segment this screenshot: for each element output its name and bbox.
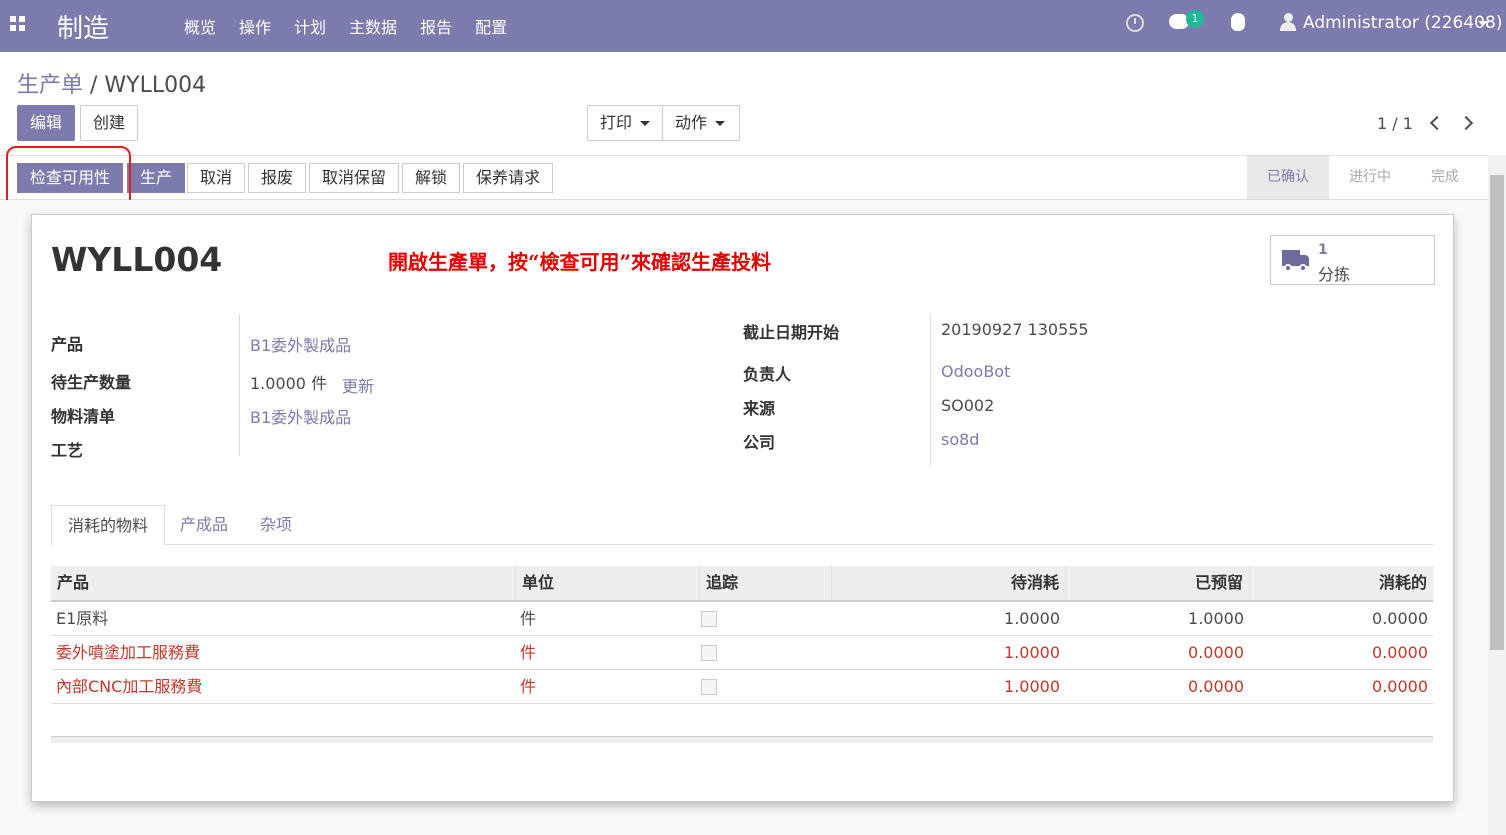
responsible-value[interactable]: OdooBot [941, 362, 1010, 381]
cancel-button[interactable]: 取消 [187, 163, 246, 193]
breadcrumb-separator: / [83, 73, 105, 98]
pager-previous-icon[interactable] [1429, 115, 1445, 131]
edit-button[interactable]: 编辑 [17, 105, 76, 141]
menu-item-configuration[interactable]: 配置 [475, 14, 507, 38]
picking-count: 1 [1318, 242, 1328, 258]
breadcrumb-current: WYLL004 [104, 73, 207, 98]
tab-miscellaneous[interactable]: 杂项 [244, 505, 308, 545]
scrap-button[interactable]: 报废 [248, 163, 307, 193]
truck-icon [1282, 250, 1310, 272]
col-product[interactable]: 产品 [51, 566, 515, 600]
picking-label: 分拣 [1318, 265, 1351, 284]
raw-materials-table: 产品 单位 追踪 待消耗 已预留 消耗的 E1原料 件 1.0000 1.000… [51, 566, 1433, 704]
menu-item-planning[interactable]: 计划 [294, 14, 326, 38]
cell-uom: 件 [520, 609, 537, 628]
cell-consumed: 0.0000 [1372, 609, 1428, 628]
pager-value[interactable]: 1 / 1 [1377, 114, 1413, 133]
table-row[interactable]: 委外噴塗加工服務費 件 1.0000 0.0000 0.0000 [51, 636, 1433, 670]
top-navbar: 制造 概览 操作 计划 主数据 报告 配置 1 Administrator (2… [0, 0, 1506, 52]
col-uom[interactable]: 单位 [515, 566, 699, 600]
menu-item-operations[interactable]: 操作 [239, 14, 271, 38]
col-to-consume[interactable]: 待消耗 [831, 566, 1065, 600]
menu-item-master-data[interactable]: 主数据 [349, 14, 397, 38]
table-row[interactable]: E1原料 件 1.0000 1.0000 0.0000 [51, 602, 1433, 636]
apps-menu-icon[interactable] [10, 16, 26, 32]
print-label: 打印 [600, 113, 633, 132]
activity-clock-icon[interactable] [1126, 14, 1144, 32]
tracking-checkbox [701, 611, 717, 627]
cell-to-consume: 1.0000 [1004, 677, 1060, 696]
stage-done[interactable]: 完成 [1411, 156, 1479, 199]
tab-consumed-materials[interactable]: 消耗的物料 [51, 505, 166, 546]
unreserve-button[interactable]: 取消保留 [309, 163, 400, 193]
company-value[interactable]: so8d [941, 430, 979, 449]
debug-bug-icon[interactable] [1231, 13, 1245, 31]
cell-to-consume: 1.0000 [1004, 643, 1060, 662]
user-avatar-icon[interactable] [1280, 13, 1296, 31]
breadcrumb: 生产单 / WYLL004 [17, 67, 206, 99]
cell-uom: 件 [520, 677, 537, 696]
col-consumed[interactable]: 消耗的 [1249, 566, 1433, 600]
picking-smart-button[interactable]: 1 分拣 [1270, 235, 1435, 285]
print-dropdown[interactable]: 打印 [587, 105, 663, 141]
table-row[interactable]: 內部CNC加工服務費 件 1.0000 0.0000 0.0000 [51, 670, 1433, 704]
chevron-down-icon[interactable] [1478, 21, 1488, 26]
product-value[interactable]: B1委外製成品 [250, 332, 351, 356]
user-menu[interactable]: Administrator (226408) [1303, 13, 1502, 33]
tab-finished-products[interactable]: 产成品 [164, 505, 244, 545]
cell-uom: 件 [520, 643, 537, 662]
col-reserved[interactable]: 已预留 [1065, 566, 1249, 600]
bom-value[interactable]: B1委外製成品 [250, 404, 351, 428]
stage-in-progress[interactable]: 进行中 [1329, 156, 1411, 199]
table-header: 产品 单位 追踪 待消耗 已预留 消耗的 [51, 566, 1433, 602]
qty-label: 待生产数量 [51, 373, 132, 392]
menu-item-overview[interactable]: 概览 [184, 14, 216, 38]
menu-item-reporting[interactable]: 报告 [420, 14, 452, 38]
scrollbar-thumb[interactable] [1490, 175, 1504, 650]
table-footer [51, 736, 1433, 743]
responsible-label: 负责人 [743, 365, 792, 384]
cell-product: 委外噴塗加工服務費 [56, 643, 201, 662]
caret-down-icon [640, 121, 651, 126]
action-dropdown[interactable]: 动作 [662, 105, 740, 141]
company-label: 公司 [743, 433, 776, 452]
message-count-badge: 1 [1186, 10, 1204, 28]
pager-next-icon[interactable] [1458, 115, 1474, 131]
bom-label: 物料清单 [51, 407, 116, 426]
cell-consumed: 0.0000 [1372, 677, 1428, 696]
caret-down-icon [715, 121, 726, 126]
stage-pipeline: 已确认 进行中 完成 [1247, 156, 1479, 199]
deadline-label: 截止日期开始 [743, 323, 840, 342]
origin-label: 来源 [743, 399, 776, 418]
record-title: WYLL004 [51, 240, 223, 279]
maintenance-request-button[interactable]: 保养请求 [463, 163, 554, 193]
cell-reserved: 1.0000 [1188, 609, 1244, 628]
cell-reserved: 0.0000 [1188, 643, 1244, 662]
create-button[interactable]: 创建 [80, 105, 139, 141]
cell-to-consume: 1.0000 [1004, 609, 1060, 628]
field-divider [930, 314, 931, 466]
update-qty-link[interactable]: 更新 [342, 373, 374, 397]
tracking-checkbox [701, 679, 717, 695]
app-brand: 制造 [57, 14, 110, 44]
stage-confirmed[interactable]: 已确认 [1247, 156, 1329, 199]
breadcrumb-parent[interactable]: 生产单 [17, 73, 83, 98]
produce-button[interactable]: 生产 [127, 163, 186, 193]
routing-label: 工艺 [51, 441, 84, 460]
qty-value: 1.0000 件 [250, 374, 328, 393]
tracking-checkbox [701, 645, 717, 661]
cell-consumed: 0.0000 [1372, 643, 1428, 662]
main-menu: 概览 操作 计划 主数据 报告 配置 [184, 14, 530, 38]
col-tracking[interactable]: 追踪 [699, 566, 831, 600]
origin-value: SO002 [941, 396, 995, 415]
cell-product: 內部CNC加工服務費 [56, 677, 203, 696]
cell-product: E1原料 [56, 609, 109, 628]
deadline-value: 20190927 130555 [941, 320, 1089, 339]
annotation-text: 開啟生產單，按“檢查可用”來確認生產投料 [388, 250, 772, 274]
action-label: 动作 [675, 113, 708, 132]
cell-reserved: 0.0000 [1188, 677, 1244, 696]
product-label: 产品 [51, 335, 84, 354]
unlock-button[interactable]: 解锁 [402, 163, 461, 193]
field-divider [239, 314, 240, 456]
